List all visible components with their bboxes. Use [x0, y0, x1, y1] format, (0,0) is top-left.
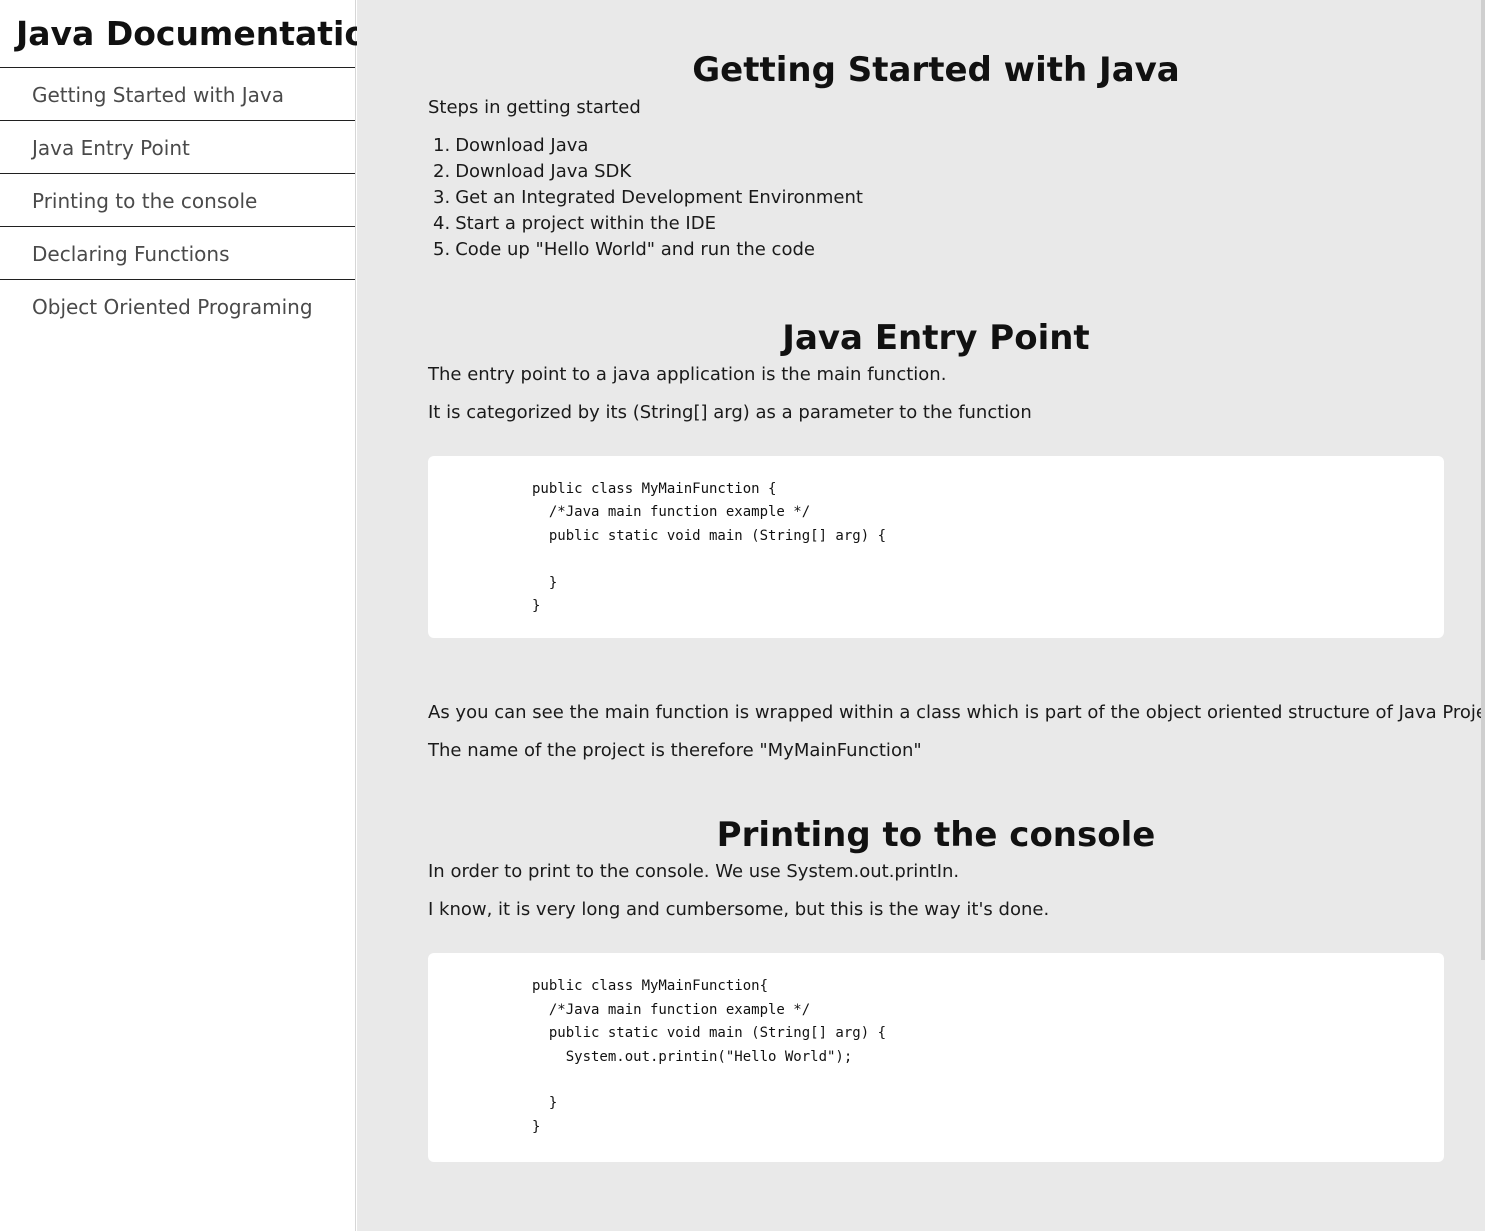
nav-link-entry-point[interactable]: Java Entry Point [0, 121, 355, 173]
list-text: Code up "Hello World" and run the code [455, 239, 815, 260]
list-text: Download Java [455, 135, 589, 156]
steps-list: 1. Download Java 2. Download Java SDK 3. Ge… [428, 133, 1444, 263]
nav-item: Getting Started with Java [0, 68, 355, 121]
main-doc: Getting Started with Java Steps in getti… [357, 0, 1485, 1231]
code-line: /*Java main function example */ [532, 1001, 811, 1018]
nav-link-getting-started[interactable]: Getting Started with Java [0, 68, 355, 120]
list-number: 5. [433, 239, 451, 260]
section-title: Java Entry Point [782, 318, 1090, 358]
nav-item: Object Oriented Programing [0, 280, 355, 333]
navbar: Java Documentation Getting Started with … [0, 0, 391, 1231]
list-number: 1. [433, 135, 451, 156]
code-line: } [532, 574, 558, 591]
paragraph: In order to print to the console. We use… [428, 861, 960, 883]
list-text: Start a project within the IDE [455, 213, 716, 234]
code-line: /*Java main function example */ [532, 504, 811, 521]
list-text: Get an Integrated Development Environmen… [455, 187, 863, 208]
navbar-title: Java Documentation [0, 0, 391, 68]
scrollbar[interactable] [1481, 0, 1485, 960]
nav-item: Declaring Functions [0, 227, 355, 280]
list-item: 4. Start a project within the IDE [433, 211, 1444, 237]
nav-link-printing[interactable]: Printing to the console [0, 174, 355, 226]
list-number: 3. [433, 187, 451, 208]
code-line: public static void main (String[] arg) { [532, 527, 887, 544]
code-line: public static void main (String[] arg) { [532, 1025, 887, 1042]
list-text: Download Java SDK [455, 161, 632, 182]
code-line: } [532, 1118, 541, 1135]
list-number: 2. [433, 161, 451, 182]
nav-item: Java Entry Point [0, 121, 355, 174]
paragraph: The entry point to a java application is… [428, 364, 947, 385]
section-entry-point: Java Entry Point The entry point to a ja… [428, 316, 1485, 764]
list-item: 2. Download Java SDK [433, 159, 1444, 185]
nav-item: Printing to the console [0, 174, 355, 227]
code-line: public class MyMainFunction { [532, 481, 777, 497]
paragraph: The name of the project is therefore "My… [428, 740, 922, 762]
nav-link-oop[interactable]: Object Oriented Programing [0, 280, 355, 332]
list-number: 4. [433, 213, 451, 234]
section-title: Getting Started with Java [692, 50, 1180, 90]
list-item: 5. Code up "Hello World" and run the code [433, 237, 1444, 263]
code-line: } [532, 597, 541, 614]
paragraph: It is categorized by its (String[] arg) … [428, 402, 1032, 423]
code-line: System.out.printin("Hello World"); [532, 1048, 853, 1065]
section-title: Printing to the console [716, 815, 1156, 856]
section-intro: Steps in getting started [428, 97, 641, 118]
code-line: } [532, 1095, 558, 1112]
section-getting-started: Getting Started with Java Steps in getti… [428, 0, 1444, 263]
list-item: 3. Get an Integrated Development Environm… [433, 185, 1444, 211]
nav-link-declaring-functions[interactable]: Declaring Functions [0, 227, 355, 279]
section-printing: Printing to the console In order to prin… [428, 813, 1444, 1163]
code-line: public class MyMainFunction{ [532, 978, 769, 995]
code-block: public class MyMainFunction { /*Java mai… [428, 456, 1444, 639]
paragraph: As you can see the main function is wrap… [428, 702, 1485, 724]
nav-list: Getting Started with Java Java Entry Poi… [0, 68, 355, 333]
paragraph: I know, it is very long and cumbersome, … [428, 899, 1050, 921]
code-block: public class MyMainFunction{ /*Java main… [428, 953, 1444, 1163]
list-item: 1. Download Java [433, 133, 1444, 159]
